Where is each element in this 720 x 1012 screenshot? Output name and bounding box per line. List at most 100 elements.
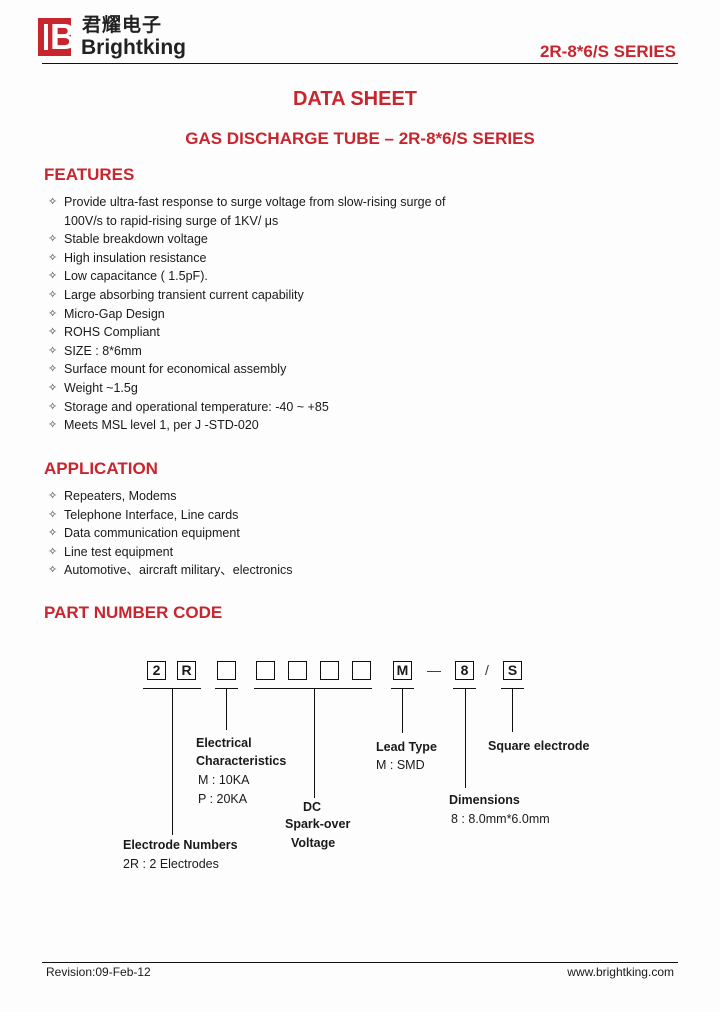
features-list: ✧ Provide ultra-fast response to surge vo… xyxy=(48,193,445,435)
diamond-star-icon: ✧ xyxy=(48,400,58,413)
electrical-title-2: Characteristics xyxy=(196,754,287,768)
feature-item: ✧ Large absorbing transient current capab… xyxy=(48,286,445,305)
code-box-voltage-2 xyxy=(288,661,307,680)
diamond-star-icon: ✧ xyxy=(48,307,58,320)
dc-title-3: Voltage xyxy=(291,836,336,850)
connector-vline-voltage xyxy=(314,688,315,798)
feature-item: ✧ Weight ~1.5g xyxy=(48,379,445,398)
code-box-electrode-1: 2 xyxy=(147,661,166,680)
code-slash: / xyxy=(485,662,489,678)
diamond-star-icon: ✧ xyxy=(48,419,58,432)
revision-date: Revision:09-Feb-12 xyxy=(46,965,151,979)
feature-item: ✧ SIZE : 8*6mm xyxy=(48,342,445,361)
connector-vline-electrical xyxy=(226,688,227,730)
application-item-text: Automotive、aircraft military、electronics xyxy=(64,563,293,578)
feature-item-text: Stable breakdown voltage xyxy=(64,232,208,247)
diamond-star-icon: ✧ xyxy=(48,381,58,394)
feature-item-text: High insulation resistance xyxy=(64,250,207,265)
features-heading: FEATURES xyxy=(44,165,135,184)
lead-type-value: M : SMD xyxy=(376,758,425,772)
application-item: ✧ Line test equipment xyxy=(48,543,293,562)
brightking-logo-icon: B xyxy=(38,18,76,56)
application-item-text: Telephone Interface, Line cards xyxy=(64,507,239,522)
feature-item-text: Surface mount for economical assembly xyxy=(64,362,287,377)
electrical-value-p: P : 20KA xyxy=(198,792,248,806)
connector-vline-electrode xyxy=(172,688,173,835)
feature-item-text-continued: 100V/s to rapid-rising surge of 1KV/ μs xyxy=(64,213,279,228)
code-box-electrode-2: R xyxy=(177,661,196,680)
website-link[interactable]: www.brightking.com xyxy=(567,965,674,979)
dc-title-2: Spark-over xyxy=(285,817,351,831)
electrode-title: Electrode Numbers xyxy=(123,838,238,852)
electrical-value-m: M : 10KA xyxy=(198,773,250,787)
application-item: ✧ Repeaters, Modems xyxy=(48,487,293,506)
feature-item: ✧ Low capacitance ( 1.5pF). xyxy=(48,267,445,286)
header-divider xyxy=(42,63,678,64)
diamond-star-icon: ✧ xyxy=(48,344,58,357)
footer-divider xyxy=(42,962,678,963)
connector-vline-dimensions xyxy=(465,688,466,788)
code-dash: — xyxy=(427,662,441,678)
diamond-star-icon: ✧ xyxy=(48,527,58,540)
dimensions-value: 8 : 8.0mm*6.0mm xyxy=(451,812,550,826)
feature-item: ✧ Provide ultra-fast response to surge vo… xyxy=(48,193,445,230)
brand-name: Brightking xyxy=(81,36,186,59)
code-box-square: S xyxy=(503,661,522,680)
feature-item-text: SIZE : 8*6mm xyxy=(64,343,142,358)
feature-item-text: Large absorbing transient current capabi… xyxy=(64,287,304,302)
feature-item-text: Weight ~1.5g xyxy=(64,380,138,395)
connector-vline-lead xyxy=(402,688,403,733)
series-label: 2R-8*6/S SERIES xyxy=(539,42,676,61)
application-item-text: Data communication equipment xyxy=(64,526,240,541)
page-subtitle: GAS DISCHARGE TUBE – 2R-8*6/S SERIES xyxy=(185,129,535,148)
part-number-heading: PART NUMBER CODE xyxy=(44,603,223,622)
dimensions-title: Dimensions xyxy=(449,793,520,807)
lead-type-title: Lead Type xyxy=(376,740,437,754)
code-box-electrical xyxy=(217,661,236,680)
feature-item-text: Provide ultra-fast response to surge vol… xyxy=(64,195,446,209)
diamond-star-icon: ✧ xyxy=(48,270,58,283)
feature-item-text: Micro-Gap Design xyxy=(64,306,165,321)
diamond-star-icon: ✧ xyxy=(48,196,58,208)
application-item-text: Repeaters, Modems xyxy=(64,489,177,503)
application-item: ✧ Automotive、aircraft military、electronic… xyxy=(48,561,293,580)
feature-item-text: Storage and operational temperature: -40… xyxy=(64,399,329,414)
feature-item: ✧ Storage and operational temperature: -4… xyxy=(48,398,445,417)
electrode-value: 2R : 2 Electrodes xyxy=(123,857,219,871)
feature-item-text: ROHS Compliant xyxy=(64,325,160,340)
application-item-text: Line test equipment xyxy=(64,544,174,559)
application-heading: APPLICATION xyxy=(44,459,158,478)
feature-item: ✧ Stable breakdown voltage xyxy=(48,230,445,249)
electrical-title-1: Electrical xyxy=(196,736,252,750)
feature-item: ✧ Micro-Gap Design xyxy=(48,305,445,324)
logo-letter: B xyxy=(50,16,76,57)
diamond-star-icon: ✧ xyxy=(48,564,58,577)
application-item: ✧ Data communication equipment xyxy=(48,524,293,543)
code-box-voltage-3 xyxy=(320,661,339,680)
dc-title-1: DC xyxy=(303,800,322,814)
diamond-star-icon: ✧ xyxy=(48,545,58,558)
application-list: ✧ Repeaters, Modems ✧ Telephone Interface, … xyxy=(48,487,293,580)
diamond-star-icon: ✧ xyxy=(48,490,58,502)
page-title: DATA SHEET xyxy=(292,88,418,110)
feature-item-text: Low capacitance ( 1.5pF). xyxy=(64,269,208,284)
diamond-star-icon: ✧ xyxy=(48,233,58,246)
code-box-voltage-4 xyxy=(352,661,371,680)
feature-item: ✧ Surface mount for economical assembly xyxy=(48,360,445,379)
diamond-star-icon: ✧ xyxy=(48,508,58,521)
application-item: ✧ Telephone Interface, Line cards xyxy=(48,506,293,525)
connector-vline-square xyxy=(512,688,513,732)
diamond-star-icon: ✧ xyxy=(48,326,58,339)
connector-hline-voltage xyxy=(254,688,372,689)
diamond-star-icon: ✧ xyxy=(48,288,58,301)
feature-item: ✧ Meets MSL level 1, per J -STD-020 xyxy=(48,416,445,435)
feature-item: ✧ High insulation resistance xyxy=(48,249,445,268)
code-box-voltage-1 xyxy=(256,661,275,680)
brand-name-chinese: 君耀电子 xyxy=(82,15,163,36)
feature-item: ✧ ROHS Compliant xyxy=(48,323,445,342)
code-box-dimensions: 8 xyxy=(455,661,474,680)
code-box-lead-type: M xyxy=(393,661,412,680)
diamond-star-icon: ✧ xyxy=(48,363,58,376)
diamond-star-icon: ✧ xyxy=(48,251,58,264)
square-electrode-title: Square electrode xyxy=(488,739,590,753)
